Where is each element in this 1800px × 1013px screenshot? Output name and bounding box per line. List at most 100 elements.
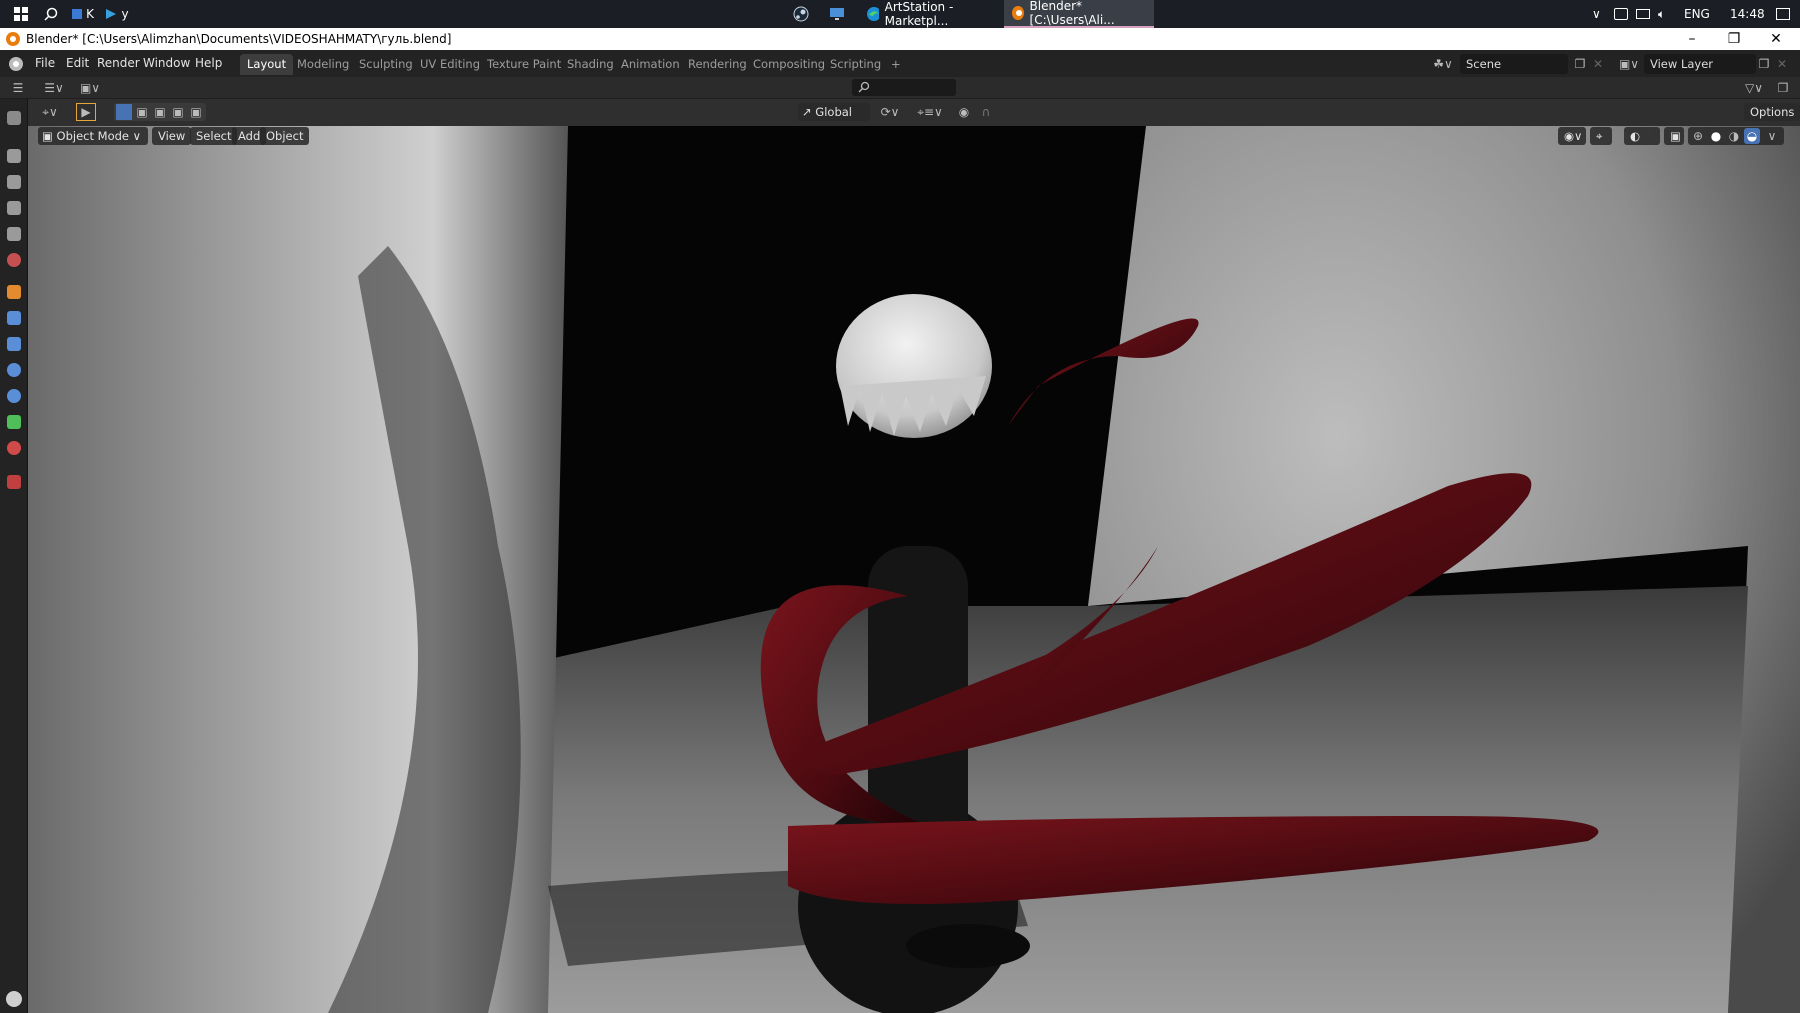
new-collection-button[interactable]: ❐ (1772, 79, 1794, 97)
scene-properties-icon[interactable] (7, 227, 21, 241)
tab-uv-editing[interactable]: UV Editing (413, 54, 487, 75)
menu-edit[interactable]: Edit (61, 54, 94, 73)
object-menu[interactable]: Object (260, 127, 310, 145)
restore-button[interactable]: ❐ (1714, 28, 1754, 50)
delete-view-layer-button[interactable]: ✕ (1772, 54, 1792, 74)
tab-sculpting[interactable]: Sculpting (352, 54, 420, 75)
physics-properties-icon[interactable] (7, 363, 21, 377)
visibility-dropdown[interactable]: ◉∨ (1558, 127, 1586, 145)
language-indicator[interactable]: ENG (1684, 7, 1710, 21)
material-properties-icon[interactable] (7, 441, 21, 455)
taskbar-task-artstation[interactable]: ArtStation - Marketpl... (858, 0, 1000, 28)
filter-button[interactable]: ▽∨ (1740, 79, 1768, 97)
add-workspace-button[interactable]: + (884, 54, 908, 75)
pivot-point-button[interactable]: ⟳∨ (876, 103, 904, 121)
taskbar-search-button[interactable] (38, 0, 64, 28)
tab-scripting[interactable]: Scripting (823, 54, 888, 75)
clock[interactable]: 14:48 (1730, 7, 1765, 21)
blender-icon (6, 32, 20, 46)
mode-invert-icon[interactable]: ▣ (170, 104, 186, 120)
tab-texture-paint[interactable]: Texture Paint (480, 54, 568, 75)
3d-viewport[interactable]: ▣ Object Mode ∨ View Select Add Object ◉… (28, 126, 1800, 1013)
new-view-layer-button[interactable]: ❐ (1754, 54, 1774, 74)
windows-start-button[interactable] (6, 0, 36, 28)
output-properties-icon[interactable] (7, 175, 21, 189)
close-button[interactable]: ✕ (1756, 28, 1796, 50)
tab-compositing[interactable]: Compositing (746, 54, 832, 75)
texture-properties-icon[interactable] (7, 475, 21, 489)
select-menu[interactable]: Select (190, 127, 238, 145)
tab-shading[interactable]: Shading (560, 54, 621, 75)
chevron-up-icon[interactable]: ∨ (1592, 7, 1601, 21)
taskbar-app-y[interactable]: y (102, 0, 132, 28)
action-center-icon[interactable] (1776, 8, 1790, 20)
mode-extend-icon[interactable]: ▣ (134, 104, 150, 120)
world-properties-icon[interactable] (7, 253, 21, 267)
solid-shading-icon[interactable]: ● (1708, 128, 1724, 144)
outliner-display-mode-button[interactable]: ☰∨ (40, 79, 68, 97)
view-layer-field[interactable]: View Layer (1644, 54, 1756, 74)
copy-icon: ❐ (1574, 57, 1586, 71)
search-icon (858, 81, 870, 93)
view-layer-mode-button[interactable]: ▣∨ (76, 79, 104, 97)
modifier-properties-icon[interactable] (7, 311, 21, 325)
menu-help[interactable]: Help (190, 54, 227, 73)
mode-set-icon[interactable] (116, 104, 132, 120)
view-layer-icon: ▣∨ (1618, 57, 1640, 71)
constraint-properties-icon[interactable] (7, 389, 21, 403)
orientation-label: Global (815, 105, 852, 119)
search-input[interactable] (852, 79, 956, 96)
scene-selector-button[interactable]: ☘∨ (1428, 54, 1458, 74)
render-properties-icon[interactable] (7, 149, 21, 163)
gizmo-toggle[interactable]: ⌖ (1590, 127, 1612, 145)
taskbar-steam[interactable] (788, 0, 814, 28)
tool-settings-bar: ⌖∨ ▶ ▣ ▣ ▣ ▣ ↗ Global ∨ ⟳∨ ⌖≡∨ ◉ ∩ Optio… (28, 99, 1800, 137)
object-mode-dropdown[interactable]: ▣ Object Mode ∨ (38, 127, 148, 145)
particle-properties-icon[interactable] (7, 337, 21, 351)
collapse-panel-icon[interactable] (6, 991, 22, 1007)
minimize-button[interactable]: – (1672, 28, 1712, 50)
blender-topbar: File Edit Render Window Help Layout Mode… (0, 50, 1800, 77)
menu-window[interactable]: Window (138, 54, 195, 73)
menu-file[interactable]: File (30, 54, 60, 73)
proportional-edit-button[interactable]: ◉ (956, 103, 972, 121)
taskbar-task-blender[interactable]: Blender* [C:\Users\Ali... (1004, 0, 1154, 28)
menu-render[interactable]: Render (92, 54, 145, 73)
data-properties-icon[interactable] (7, 415, 21, 429)
options-dropdown[interactable]: Options ∨ (1744, 103, 1800, 137)
cursor-icon: ▶ (81, 105, 91, 119)
transform-orientation-dropdown[interactable]: ↗ Global ∨ (798, 103, 870, 137)
volume-icon[interactable]: 🔈︎ (1658, 7, 1665, 22)
tool-properties-icon[interactable] (7, 111, 21, 125)
orientation-icon: ↗ (802, 105, 812, 119)
mode-subtract-icon[interactable]: ▣ (152, 104, 168, 120)
blender-menu-button[interactable] (6, 54, 26, 74)
tab-animation[interactable]: Animation (614, 54, 687, 75)
snap-button[interactable]: ⌖≡∨ (908, 103, 952, 121)
xray-toggle[interactable]: ▣ (1664, 127, 1684, 145)
falloff-button[interactable]: ∩ (974, 103, 998, 121)
material-shading-icon[interactable]: ◑ (1726, 128, 1742, 144)
object-properties-icon[interactable] (7, 285, 21, 299)
tab-modeling[interactable]: Modeling (290, 54, 356, 75)
wireframe-shading-icon[interactable]: ⊕ (1690, 128, 1706, 144)
new-scene-button[interactable]: ❐ (1570, 54, 1590, 74)
view-menu[interactable]: View (152, 127, 192, 145)
rendered-shading-icon[interactable]: ◒ (1744, 128, 1760, 144)
editor-type-button[interactable]: ⌖∨ (36, 103, 64, 121)
notification-app-icon[interactable] (1614, 8, 1628, 20)
taskbar-app-k[interactable]: K (68, 0, 98, 28)
tab-rendering[interactable]: Rendering (681, 54, 754, 75)
select-tool-button[interactable]: ▶ (76, 103, 96, 121)
scene-name-field[interactable]: Scene (1460, 54, 1568, 74)
mode-intersect-icon[interactable]: ▣ (188, 104, 204, 120)
overlays-toggle[interactable]: ◐ (1624, 127, 1660, 145)
taskbar-desktop[interactable] (824, 0, 850, 28)
chevron-down-icon[interactable]: ∨ (1764, 128, 1780, 144)
view-layer-properties-icon[interactable] (7, 201, 21, 215)
properties-editor-type-button[interactable]: ☰ (8, 79, 28, 97)
view-layer-selector-button[interactable]: ▣∨ (1614, 54, 1644, 74)
delete-scene-button[interactable]: ✕ (1588, 54, 1608, 74)
network-icon[interactable] (1636, 9, 1650, 19)
tab-layout[interactable]: Layout (240, 54, 294, 75)
